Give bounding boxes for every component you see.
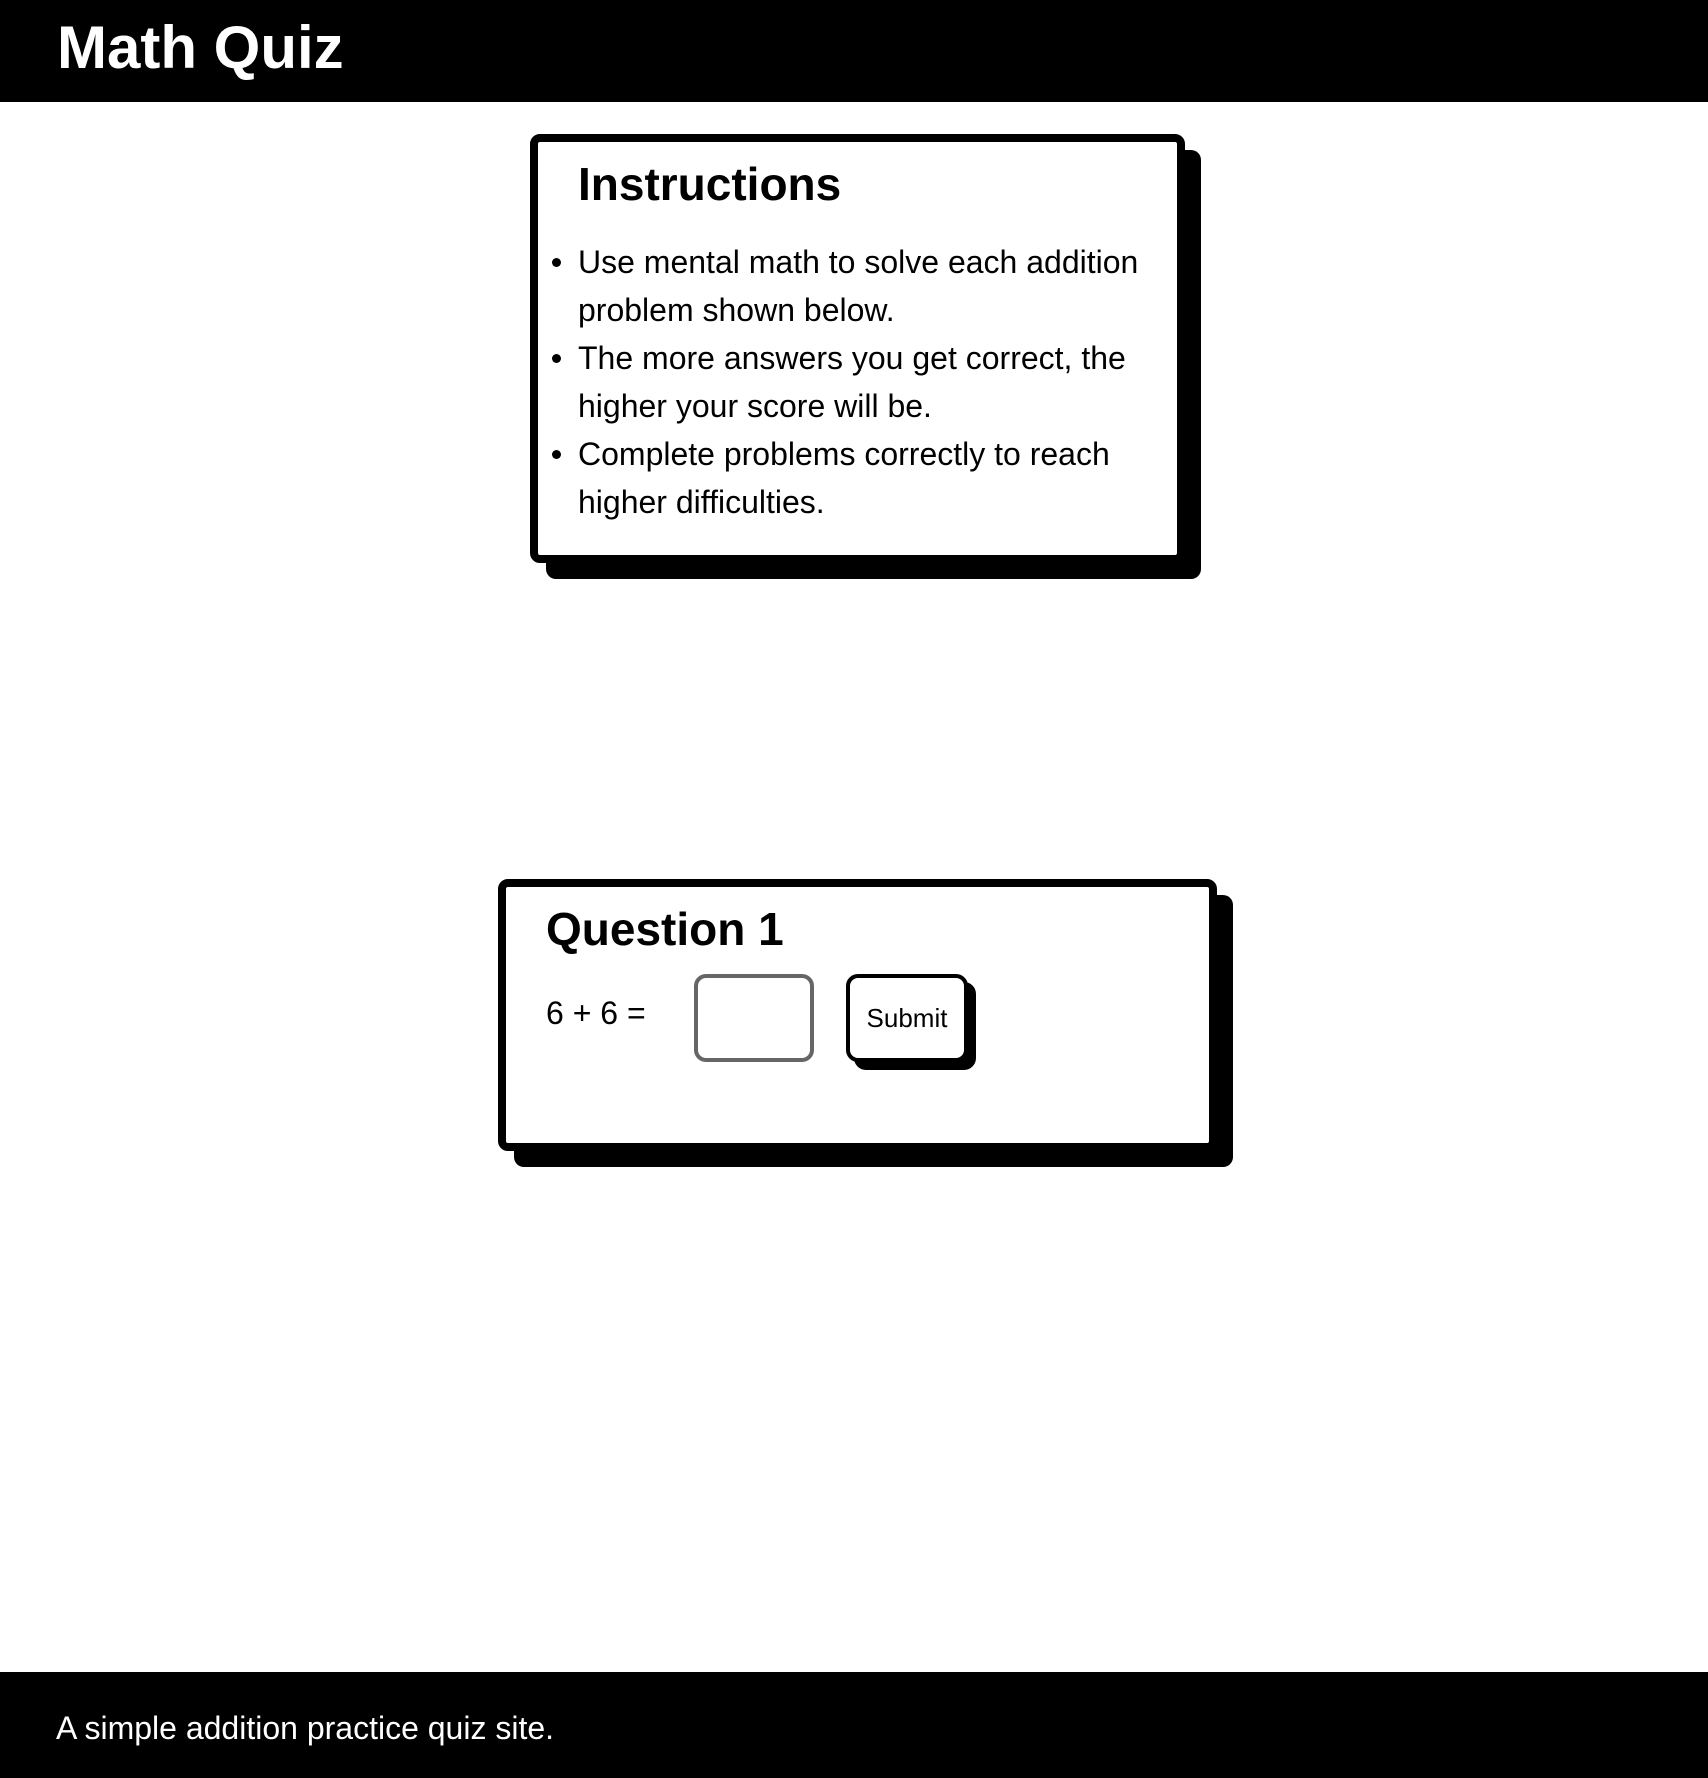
instruction-item: Complete problems correctly to reach hig… [552,430,1158,526]
question-card: Question 1 6 + 6 = Submit [498,879,1217,1151]
instruction-item: Use mental math to solve each addition p… [552,238,1158,334]
site-title: Math Quiz [57,14,344,81]
question-problem: 6 + 6 = [546,995,646,1031]
question-title: Question 1 [546,903,784,955]
instructions-title: Instructions [578,158,842,210]
page-footer: A simple addition practice quiz site. [0,1672,1708,1778]
footer-text: A simple addition practice quiz site. [56,1710,555,1746]
instructions-card: Instructions Use mental math to solve ea… [530,134,1185,563]
submit-button[interactable]: Submit [846,974,968,1062]
page-header: Math Quiz [0,0,1708,102]
instructions-list: Use mental math to solve each addition p… [552,238,1158,526]
instruction-item: The more answers you get correct, the hi… [552,334,1158,430]
answer-input[interactable] [694,974,814,1062]
